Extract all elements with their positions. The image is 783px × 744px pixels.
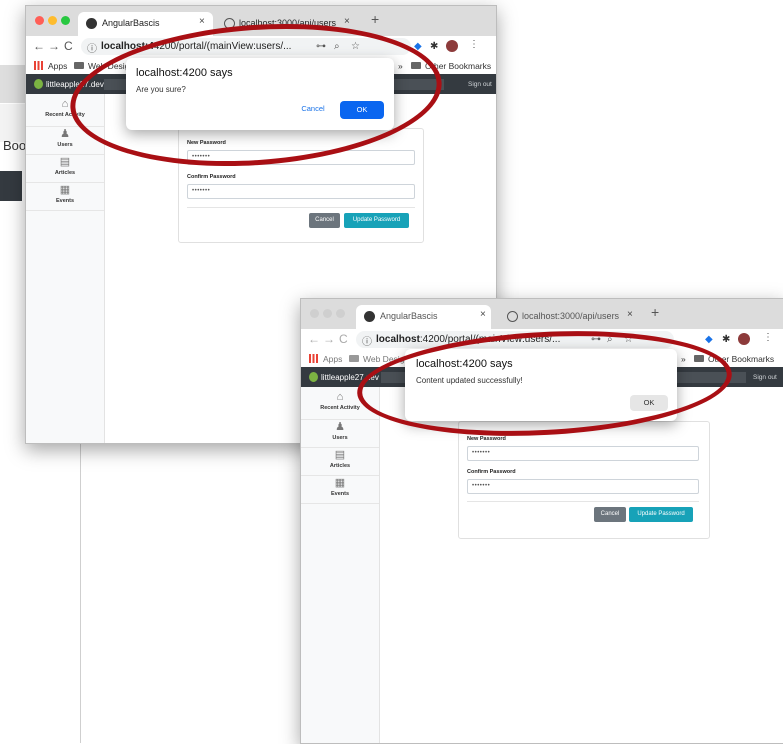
- sidebar: ⌂ Recent Activity ♟ Users ▤ Articles ▦ E…: [26, 94, 105, 443]
- cancel-button[interactable]: Cancel: [594, 507, 626, 522]
- calendar-icon: ▦: [334, 477, 346, 489]
- sidebar-item-label: Articles: [329, 463, 351, 469]
- apple-logo-icon: [309, 372, 318, 382]
- articles-icon: ▤: [334, 449, 346, 461]
- confirm-password-input[interactable]: •••••••: [187, 184, 415, 199]
- apps-grid-icon: [309, 354, 318, 363]
- tab-close-icon[interactable]: ×: [344, 16, 350, 27]
- close-window-button[interactable]: [35, 16, 44, 25]
- info-icon: ⓘ: [362, 337, 372, 348]
- password-card: New Password ••••••• Confirm Password ••…: [458, 421, 710, 539]
- tab-close-icon[interactable]: ×: [627, 309, 633, 320]
- folder-icon: [349, 355, 359, 362]
- apps-grid-icon: [34, 61, 43, 70]
- new-tab-button[interactable]: +: [371, 11, 379, 27]
- confirm-password-label: Confirm Password: [467, 469, 516, 475]
- folder-icon: [74, 62, 84, 69]
- tab-label: AngularBascis: [380, 311, 438, 321]
- divider: [187, 207, 415, 208]
- update-password-button[interactable]: Update Password: [629, 507, 693, 522]
- url-host: localhost: [376, 334, 420, 345]
- globe-icon: [507, 311, 518, 322]
- maximize-window-button[interactable]: [336, 309, 345, 318]
- articles-icon: ▤: [59, 156, 71, 168]
- sidebar-item-label: Users: [57, 142, 73, 148]
- bookmark-apps[interactable]: Apps: [48, 61, 67, 71]
- tab-close-icon[interactable]: ×: [480, 309, 486, 320]
- background-navbar: [0, 171, 22, 201]
- reload-icon[interactable]: C: [64, 39, 73, 53]
- new-password-input[interactable]: •••••••: [467, 446, 699, 461]
- back-arrow-icon[interactable]: ←: [308, 332, 320, 346]
- cancel-button[interactable]: Cancel: [309, 213, 340, 228]
- tab-angularbascis[interactable]: AngularBascis ×: [356, 305, 491, 329]
- sidebar-item-events[interactable]: ▦ Events: [301, 477, 379, 504]
- minimize-window-button[interactable]: [323, 309, 332, 318]
- calendar-icon: ▦: [59, 184, 71, 196]
- extension-icon[interactable]: ◆: [705, 334, 713, 345]
- angular-icon: [86, 18, 97, 29]
- menu-icon[interactable]: ⋮: [469, 39, 479, 50]
- confirm-password-input[interactable]: •••••••: [467, 479, 699, 494]
- sign-out-link[interactable]: Sign out: [753, 374, 777, 381]
- new-tab-button[interactable]: +: [651, 304, 659, 320]
- divider: [467, 501, 699, 502]
- sidebar-item-label: Articles: [54, 170, 76, 176]
- sign-out-link[interactable]: Sign out: [468, 81, 492, 88]
- sidebar: ⌂ Recent Activity ♟ Users ▤ Articles ▦ E…: [301, 387, 380, 743]
- sidebar-item-users[interactable]: ♟ Users: [301, 421, 379, 448]
- bookmark-apps[interactable]: Apps: [323, 354, 342, 364]
- new-password-label: New Password: [467, 436, 506, 442]
- tab-close-icon[interactable]: ×: [199, 16, 205, 27]
- tab-label: AngularBascis: [102, 18, 160, 28]
- maximize-window-button[interactable]: [61, 16, 70, 25]
- info-icon: ⓘ: [87, 44, 97, 55]
- apple-logo-icon: [34, 79, 43, 89]
- forward-arrow-icon[interactable]: →: [48, 39, 60, 53]
- sidebar-item-label: Users: [332, 435, 348, 441]
- reload-icon[interactable]: C: [339, 332, 348, 346]
- minimize-window-button[interactable]: [48, 16, 57, 25]
- background-bookmarks-label: Boo: [3, 138, 27, 153]
- angular-icon: [364, 311, 375, 322]
- profile-avatar[interactable]: [446, 40, 458, 52]
- confirm-password-label: Confirm Password: [187, 174, 236, 180]
- puzzle-icon[interactable]: ✱: [722, 334, 730, 345]
- puzzle-icon[interactable]: ✱: [430, 41, 438, 52]
- profile-avatar[interactable]: [738, 333, 750, 345]
- user-icon: ♟: [335, 421, 345, 433]
- sidebar-item-label: Events: [330, 491, 350, 497]
- update-password-button[interactable]: Update Password: [344, 213, 409, 228]
- sidebar-item-articles[interactable]: ▤ Articles: [26, 156, 104, 183]
- menu-icon[interactable]: ⋮: [763, 332, 773, 343]
- sidebar-item-articles[interactable]: ▤ Articles: [301, 449, 379, 476]
- back-arrow-icon[interactable]: ←: [33, 39, 45, 53]
- tab-label: localhost:3000/api/users: [522, 311, 620, 321]
- title-bar: AngularBascis × localhost:3000/api/users…: [301, 299, 783, 329]
- forward-arrow-icon[interactable]: →: [323, 332, 335, 346]
- tab-api-users[interactable]: localhost:3000/api/users ×: [501, 305, 641, 329]
- sidebar-item-events[interactable]: ▦ Events: [26, 184, 104, 211]
- sidebar-item-label: Events: [55, 198, 75, 204]
- close-window-button[interactable]: [310, 309, 319, 318]
